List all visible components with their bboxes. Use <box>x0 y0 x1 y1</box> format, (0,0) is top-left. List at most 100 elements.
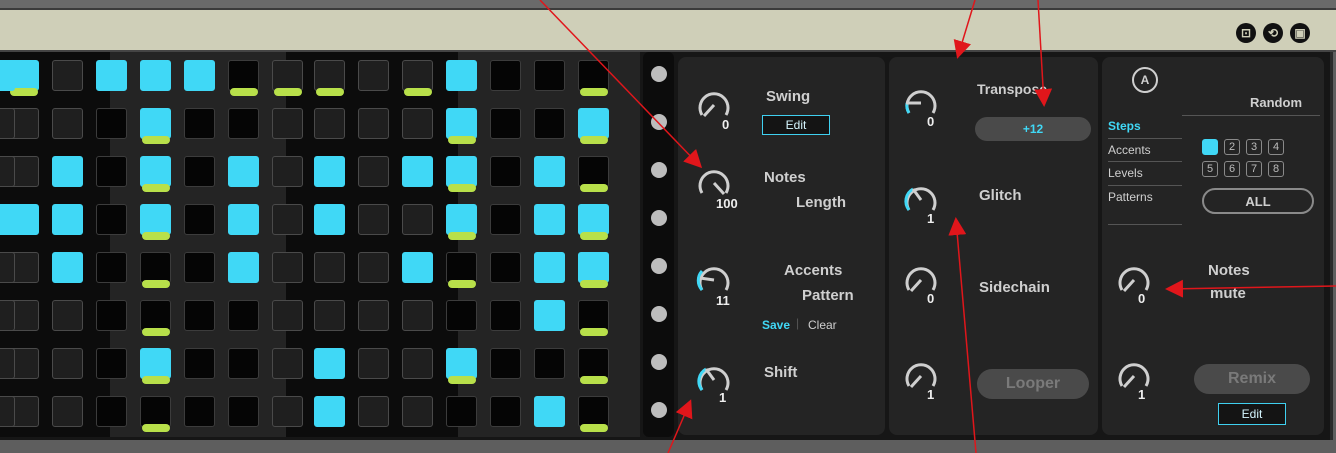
step-cell[interactable] <box>314 252 345 283</box>
accent-marker[interactable] <box>404 88 432 96</box>
step-cell[interactable] <box>446 204 477 235</box>
step-cell[interactable] <box>140 348 171 379</box>
step-cell[interactable] <box>272 396 303 427</box>
row-select-dot[interactable] <box>651 66 667 82</box>
step-cell[interactable] <box>358 204 389 235</box>
row-select-dot[interactable] <box>651 258 667 274</box>
row-select-dot[interactable] <box>651 210 667 226</box>
random-number-2[interactable]: 2 <box>1224 139 1240 155</box>
transpose-knob[interactable] <box>901 83 941 123</box>
step-cell[interactable] <box>228 252 259 283</box>
accent-marker[interactable] <box>142 424 170 432</box>
row-select-dot[interactable] <box>651 306 667 322</box>
step-cell[interactable] <box>52 300 83 331</box>
step-cell[interactable] <box>184 60 215 91</box>
step-cell[interactable] <box>490 204 521 235</box>
step-cell[interactable] <box>184 204 215 235</box>
remix-edit-button[interactable]: Edit <box>1218 403 1286 425</box>
a-button[interactable]: A <box>1132 67 1158 93</box>
step-cell[interactable] <box>140 396 171 427</box>
step-cell[interactable] <box>358 252 389 283</box>
random-number-8[interactable]: 8 <box>1268 161 1284 177</box>
step-cell[interactable] <box>52 108 83 139</box>
step-cell[interactable] <box>534 252 565 283</box>
accent-marker[interactable] <box>580 136 608 144</box>
step-cell[interactable] <box>446 60 477 91</box>
sidechain-knob[interactable] <box>901 260 941 300</box>
tab-steps[interactable]: Steps <box>1108 119 1141 133</box>
step-cell[interactable] <box>402 60 433 91</box>
accent-marker[interactable] <box>580 280 608 288</box>
row-select-dot[interactable] <box>651 114 667 130</box>
step-cell[interactable] <box>490 60 521 91</box>
step-cell[interactable] <box>96 156 127 187</box>
glitch-knob[interactable] <box>901 180 941 220</box>
accent-marker[interactable] <box>448 280 476 288</box>
step-cell[interactable] <box>184 252 215 283</box>
step-cell[interactable] <box>490 108 521 139</box>
step-cell[interactable] <box>314 204 345 235</box>
step-cell[interactable] <box>228 204 259 235</box>
step-cell[interactable] <box>96 60 127 91</box>
row-select-dot[interactable] <box>651 354 667 370</box>
transpose-display[interactable]: +12 <box>975 117 1091 141</box>
accent-marker[interactable] <box>580 424 608 432</box>
step-cell[interactable] <box>272 252 303 283</box>
step-cell[interactable] <box>228 396 259 427</box>
step-cell[interactable] <box>402 252 433 283</box>
step-cell[interactable] <box>52 156 83 187</box>
step-cell[interactable] <box>314 108 345 139</box>
step-cell[interactable] <box>272 108 303 139</box>
accent-marker[interactable] <box>142 376 170 384</box>
step-cell[interactable] <box>578 348 609 379</box>
tab-accents[interactable]: Accents <box>1108 143 1151 157</box>
step-cell[interactable] <box>228 348 259 379</box>
random-number-4[interactable]: 4 <box>1268 139 1284 155</box>
random-number-5[interactable]: 5 <box>1202 161 1218 177</box>
step-cell[interactable] <box>272 348 303 379</box>
step-cell[interactable] <box>534 60 565 91</box>
step-cell[interactable] <box>358 156 389 187</box>
step-cell[interactable] <box>0 60 15 91</box>
sync-icon[interactable]: ⟲ <box>1263 23 1283 43</box>
step-cell[interactable] <box>272 156 303 187</box>
step-cell[interactable] <box>228 108 259 139</box>
remix-button[interactable]: Remix <box>1194 364 1310 394</box>
step-cell[interactable] <box>446 156 477 187</box>
step-cell[interactable] <box>402 396 433 427</box>
save-pattern-link[interactable]: Save <box>762 318 790 332</box>
step-cell[interactable] <box>184 300 215 331</box>
tab-levels[interactable]: Levels <box>1108 166 1143 180</box>
step-cell[interactable] <box>228 156 259 187</box>
step-cell[interactable] <box>272 60 303 91</box>
swing-edit-button[interactable]: Edit <box>762 115 830 135</box>
step-cell[interactable] <box>314 396 345 427</box>
step-cell[interactable] <box>534 156 565 187</box>
clear-pattern-link[interactable]: Clear <box>808 318 837 332</box>
accent-marker[interactable] <box>580 88 608 96</box>
step-cell[interactable] <box>446 396 477 427</box>
accent-marker[interactable] <box>142 136 170 144</box>
step-cell[interactable] <box>140 108 171 139</box>
step-cell[interactable] <box>184 156 215 187</box>
step-cell[interactable] <box>184 348 215 379</box>
step-cell[interactable] <box>52 60 83 91</box>
step-cell[interactable] <box>490 156 521 187</box>
step-cell[interactable] <box>96 396 127 427</box>
step-cell[interactable] <box>0 108 15 139</box>
step-cell[interactable] <box>0 348 15 379</box>
step-cell[interactable] <box>446 108 477 139</box>
step-cell[interactable] <box>0 252 15 283</box>
step-cell[interactable] <box>534 396 565 427</box>
step-cell[interactable] <box>184 108 215 139</box>
step-cell[interactable] <box>314 348 345 379</box>
step-cell[interactable] <box>0 156 15 187</box>
step-cell[interactable] <box>96 204 127 235</box>
step-cell[interactable] <box>140 60 171 91</box>
accent-marker[interactable] <box>580 328 608 336</box>
step-cell[interactable] <box>52 204 83 235</box>
step-cell[interactable] <box>96 252 127 283</box>
accent-marker[interactable] <box>580 376 608 384</box>
step-cell[interactable] <box>272 300 303 331</box>
accent-marker[interactable] <box>274 88 302 96</box>
